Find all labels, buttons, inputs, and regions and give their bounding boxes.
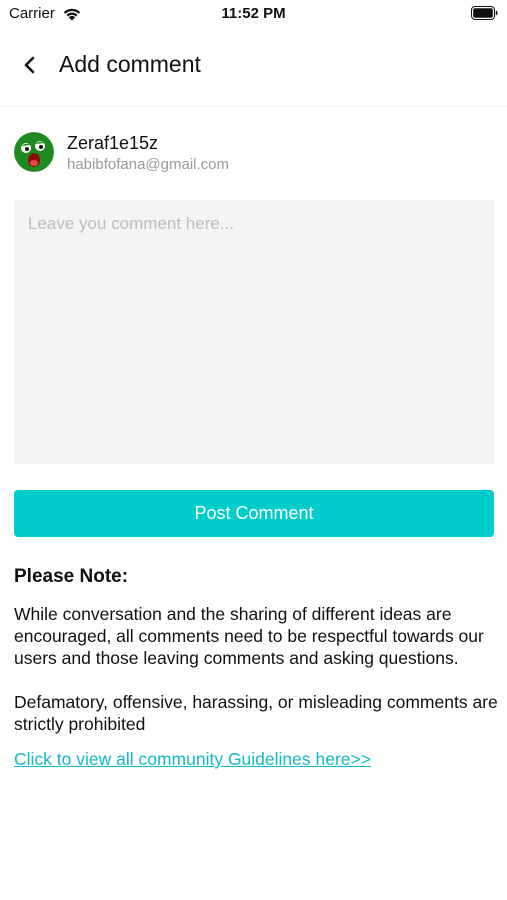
- status-bar: Carrier 11:52 PM: [0, 0, 507, 28]
- chevron-left-icon[interactable]: [19, 54, 41, 76]
- page-title: Add comment: [59, 51, 201, 77]
- community-guidelines-link[interactable]: Click to view all community Guidelines h…: [14, 749, 371, 770]
- post-comment-button[interactable]: Post Comment: [14, 490, 494, 537]
- status-time: 11:52 PM: [221, 5, 286, 22]
- nav-bar: Add comment: [0, 28, 507, 107]
- user-email: habibfofana@gmail.com: [67, 156, 229, 173]
- battery-icon: [471, 6, 498, 20]
- comment-input[interactable]: [14, 200, 494, 464]
- avatar-face-icon: [14, 132, 54, 172]
- note-paragraph-prohibited: Defamatory, offensive, harassing, or mis…: [14, 692, 498, 734]
- username: Zeraf1e15z: [67, 133, 159, 153]
- avatar: [14, 132, 54, 172]
- note-heading: Please Note:: [14, 566, 129, 587]
- note-paragraph-respect: While conversation and the sharing of di…: [14, 604, 484, 668]
